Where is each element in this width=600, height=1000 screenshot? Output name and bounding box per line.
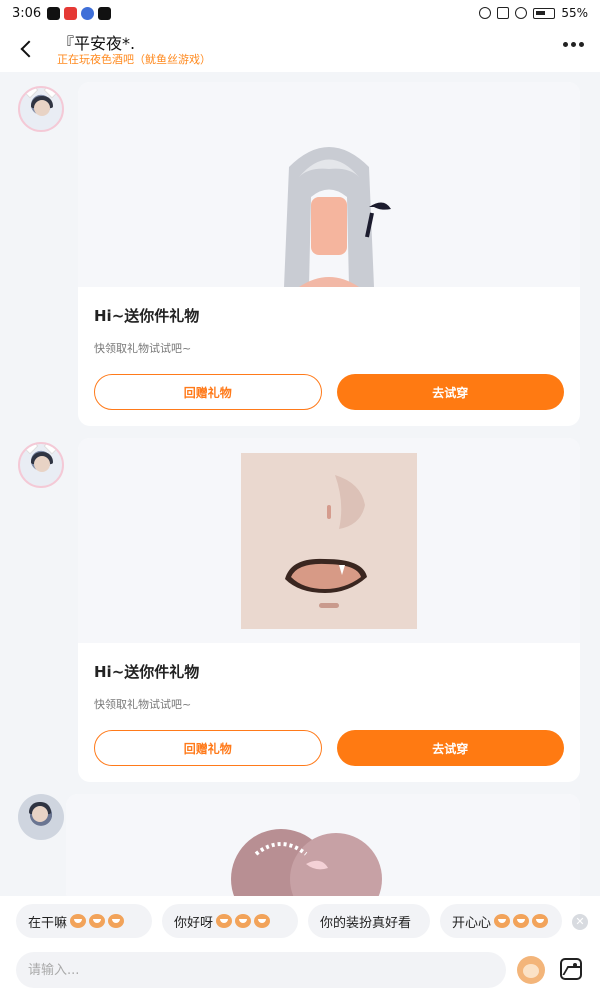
chat-header: 『平安夜*. 正在玩夜色酒吧（鱿鱼丝游戏） [0, 26, 600, 72]
gift-card: Hi~送你件礼物 快领取礼物试试吧~ 回赠礼物 去试穿 [78, 82, 580, 426]
return-gift-button[interactable]: 回赠礼物 [94, 730, 322, 766]
status-time: 3:06 [12, 5, 42, 21]
back-arrow-icon[interactable] [14, 36, 40, 62]
chat-subtitle[interactable]: 正在玩夜色酒吧（鱿鱼丝游戏） [57, 51, 211, 67]
laugh-emoji-icon [494, 914, 511, 928]
laugh-emoji-icon [216, 914, 233, 928]
quick-reply-text: 你的装扮真好看 [320, 915, 412, 931]
quick-reply-text: 开心心 [452, 915, 492, 931]
alarm-icon [479, 7, 492, 19]
laugh-emoji-icon [108, 914, 125, 928]
try-on-button[interactable]: 去试穿 [336, 730, 564, 766]
battery-icon [533, 7, 556, 19]
laugh-emoji-icon [235, 914, 252, 928]
laugh-emoji-icon [70, 914, 87, 928]
quick-reply-chip[interactable]: 开心心 [440, 904, 562, 938]
quick-reply-chip[interactable]: 你的装扮真好看 [308, 904, 430, 938]
laugh-emoji-icon [532, 914, 549, 928]
gift-description: 快领取礼物试试吧~ [94, 342, 192, 355]
wifi-icon [515, 7, 528, 19]
return-gift-button[interactable]: 回赠礼物 [94, 374, 322, 410]
bluetooth-icon [497, 7, 510, 19]
quick-reply-text: 你好呀 [174, 915, 214, 931]
gift-card [66, 794, 580, 904]
tiktok-icon [47, 6, 61, 20]
gift-description: 快领取礼物试试吧~ [94, 698, 192, 711]
gift-title: Hi~送你件礼物 [94, 307, 200, 325]
try-on-button[interactable]: 去试穿 [336, 374, 564, 410]
quick-reply-text: 在干嘛 [28, 915, 68, 931]
face-item-illustration [241, 452, 417, 629]
app-icon [98, 6, 112, 20]
app-icon [64, 6, 78, 20]
quick-reply-chip[interactable]: 你好呀 [162, 904, 298, 938]
input-bar [0, 946, 600, 1000]
avatar[interactable] [18, 86, 64, 132]
gift-title: Hi~送你件礼物 [94, 663, 200, 681]
gift-item-image [78, 82, 580, 287]
quick-reply-chip[interactable]: 在干嘛 [16, 904, 152, 938]
image-icon[interactable] [560, 958, 582, 980]
hair-item-illustration [284, 147, 391, 287]
battery-level: 55% [561, 6, 588, 20]
close-icon[interactable]: ✕ [572, 914, 588, 930]
gift-card: Hi~送你件礼物 快领取礼物试试吧~ 回赠礼物 去试穿 [78, 438, 580, 782]
laugh-emoji-icon [89, 914, 106, 928]
gift-item-image [66, 794, 580, 904]
status-bar: 3:06 55% [0, 0, 600, 26]
message-input[interactable] [16, 952, 506, 988]
quick-reply-bar: 在干嘛 你好呀 你的装扮真好看 开心心 ✕ [0, 896, 600, 946]
emoji-icon[interactable] [517, 956, 545, 984]
gift-item-image [78, 438, 580, 643]
avatar[interactable] [18, 794, 64, 840]
avatar[interactable] [18, 442, 64, 488]
app-icon [81, 6, 95, 20]
laugh-emoji-icon [254, 914, 271, 928]
laugh-emoji-icon [513, 914, 530, 928]
more-dots-icon[interactable] [563, 42, 584, 47]
